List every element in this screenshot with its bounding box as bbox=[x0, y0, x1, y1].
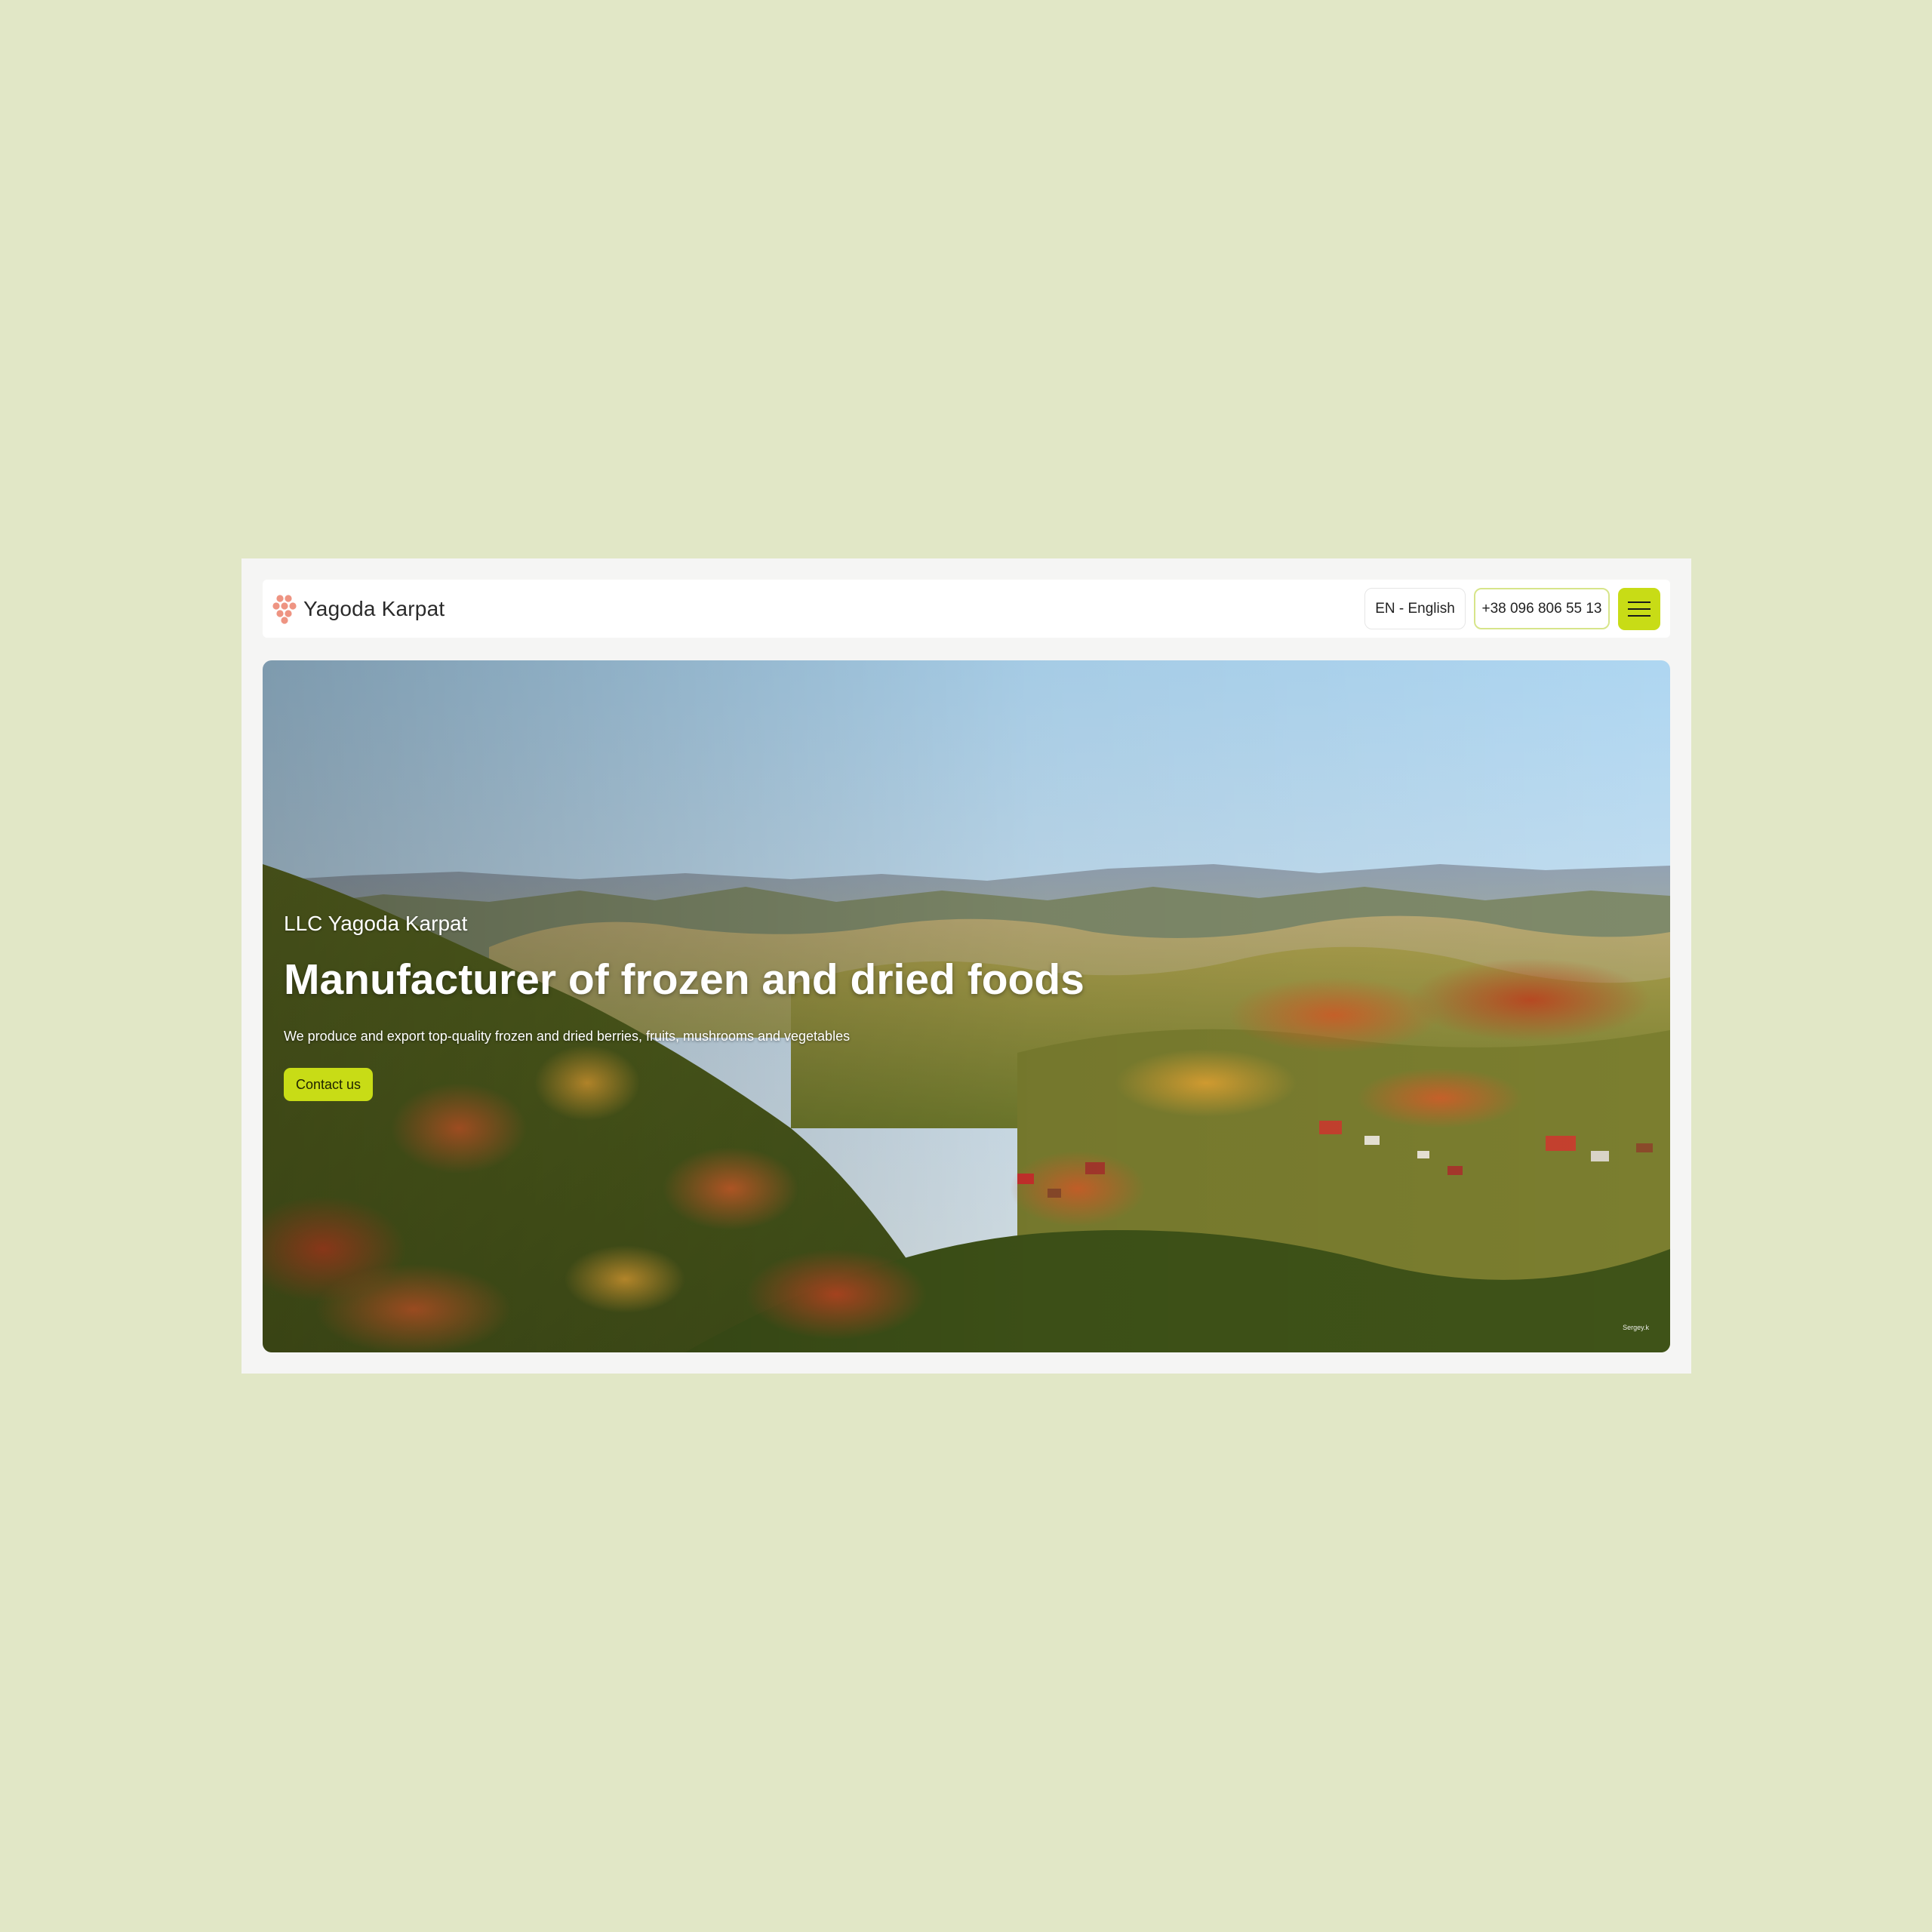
menu-button[interactable] bbox=[1618, 588, 1660, 630]
brand-name: Yagoda Karpat bbox=[303, 597, 445, 620]
contact-us-button[interactable]: Contact us bbox=[284, 1068, 373, 1101]
hero-headline: Manufacturer of frozen and dried foods bbox=[284, 955, 1084, 1004]
hero-subline: We produce and export top-quality frozen… bbox=[284, 1029, 851, 1044]
language-selector[interactable]: EN - English bbox=[1364, 588, 1466, 629]
hero-section: LLC Yagoda Karpat Manufacturer of frozen… bbox=[263, 660, 1670, 1352]
berry-logo-icon bbox=[272, 595, 297, 624]
hero-eyebrow: LLC Yagoda Karpat bbox=[284, 912, 468, 935]
hamburger-menu-icon bbox=[1628, 601, 1651, 617]
site-header: Yagoda Karpat EN - English +38 096 806 5… bbox=[263, 580, 1670, 638]
photo-credit: Sergey.k bbox=[1623, 1324, 1649, 1331]
brand-logo[interactable]: Yagoda Karpat bbox=[272, 594, 445, 624]
browser-frame: Yagoda Karpat EN - English +38 096 806 5… bbox=[242, 558, 1691, 1374]
hero-background-photo bbox=[263, 660, 1670, 1352]
phone-button[interactable]: +38 096 806 55 13 bbox=[1474, 588, 1610, 629]
